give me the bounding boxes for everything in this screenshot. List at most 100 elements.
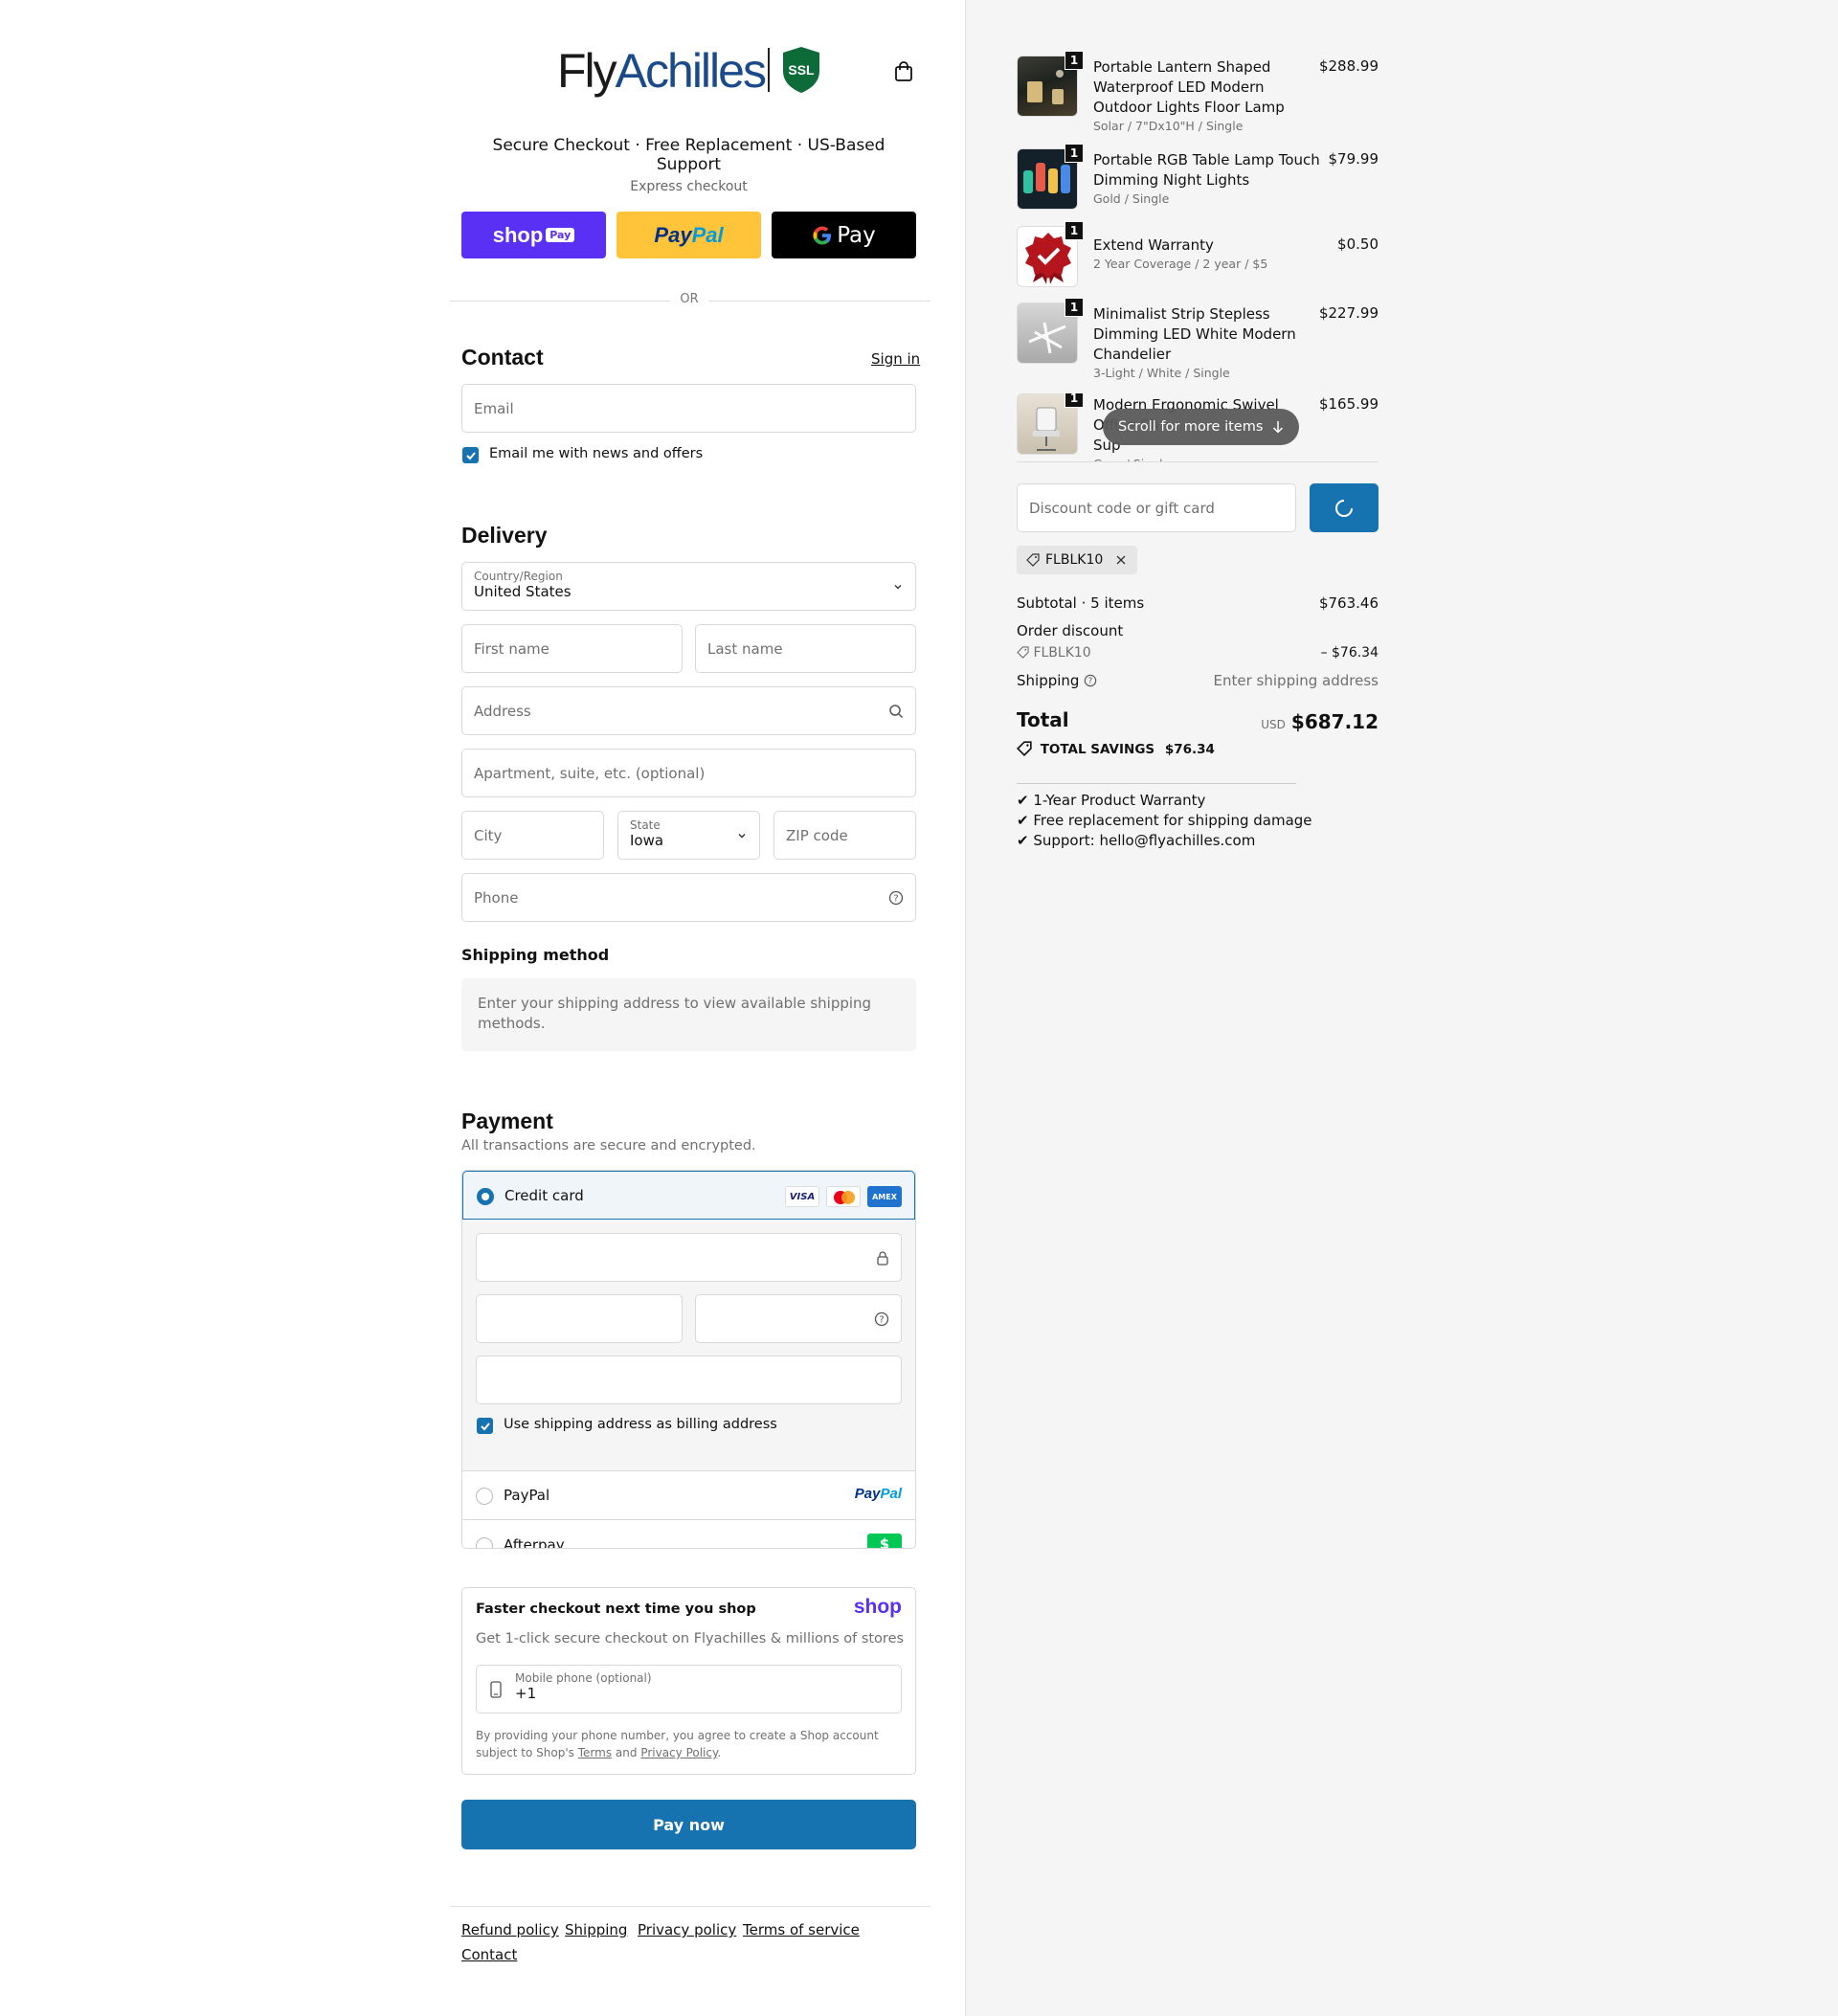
item-title: Portable Lantern Shaped Waterproof LED M… <box>1093 58 1285 116</box>
cart-item: 1 Portable Lantern Shaped Waterproof LED… <box>1017 51 1378 135</box>
item-title: Portable RGB Table Lamp Touch Dimming Ni… <box>1093 151 1320 189</box>
help-circle-icon[interactable]: ? <box>874 1311 889 1327</box>
shop-pay-button[interactable]: shop Pay <box>461 212 606 258</box>
close-icon[interactable] <box>1114 553 1128 567</box>
ssl-shield-icon: SSL <box>783 47 819 93</box>
quantity-badge: 1 <box>1065 144 1084 163</box>
google-pay-button[interactable]: Pay <box>772 212 916 258</box>
guarantee-item: ✔ 1-Year Product Warranty <box>1017 792 1206 809</box>
credit-card-option[interactable]: Credit card VISA AMEX <box>462 1171 915 1220</box>
card-cvv-field[interactable]: ? <box>695 1294 902 1343</box>
newsletter-label: Email me with news and offers <box>489 446 704 461</box>
shipping-policy-link[interactable]: Shipping <box>565 1921 627 1938</box>
address-field[interactable]: Address <box>461 686 916 735</box>
shop-terms-link[interactable]: Terms <box>578 1746 612 1759</box>
paypal-label-pal: Pal <box>691 222 724 247</box>
item-price: $165.99 <box>1318 395 1378 413</box>
item-name: Portable Lantern Shaped Waterproof LED M… <box>1093 57 1323 135</box>
cardholder-name-field[interactable] <box>476 1355 902 1404</box>
cart-divider <box>1017 461 1378 462</box>
lock-icon <box>877 1250 888 1266</box>
newsletter-checkbox[interactable] <box>462 447 479 463</box>
privacy-policy-link[interactable]: Privacy policy <box>638 1921 736 1938</box>
refund-policy-link[interactable]: Refund policy <box>461 1921 559 1938</box>
shipping-row: Shipping ? Enter shipping address <box>1017 672 1378 689</box>
card-number-field[interactable] <box>476 1233 902 1282</box>
billing-same-checkbox[interactable] <box>477 1418 493 1434</box>
checkout-main-panel: FlyAchilles SSL Secure Checkout · Free R… <box>0 0 965 2016</box>
city-field[interactable]: City <box>461 811 604 860</box>
afterpay-option[interactable]: Afterpay $ <box>462 1520 915 1548</box>
state-select[interactable]: State Iowa <box>617 811 760 860</box>
country-select[interactable]: Country/Region United States <box>461 562 916 611</box>
contact-link[interactable]: Contact <box>461 1946 517 1963</box>
shipping-method-notice: Enter your shipping address to view avai… <box>461 978 916 1051</box>
subtotal-label: Subtotal · 5 items <box>1017 594 1145 612</box>
phone-field[interactable]: Phone ? <box>461 873 916 922</box>
paypal-label-pay: Pay <box>654 222 692 247</box>
visa-icon: VISA <box>785 1186 819 1207</box>
sign-in-link[interactable]: Sign in <box>871 350 920 368</box>
paypal-express-button[interactable]: Pay Pal <box>616 212 761 258</box>
google-g-icon <box>813 226 832 245</box>
brand-logo[interactable]: FlyAchilles SSL <box>557 42 825 100</box>
item-variant: 2 Year Coverage / 2 year / $5 <box>1093 257 1268 271</box>
pay-now-button[interactable]: Pay now <box>461 1800 916 1849</box>
arrow-down-icon <box>1273 421 1284 434</box>
amex-icon: AMEX <box>867 1186 902 1207</box>
last-name-field[interactable]: Last name <box>695 624 916 673</box>
city-placeholder: City <box>474 826 503 844</box>
email-field[interactable]: Email <box>461 384 916 433</box>
paypal-logo: PayPal <box>855 1486 902 1502</box>
item-price: $0.50 <box>1337 235 1378 253</box>
google-pay-label: Pay <box>837 222 876 248</box>
item-name: Extend Warranty 2 Year Coverage / 2 year … <box>1093 235 1323 273</box>
shipping-value: Enter shipping address <box>1213 672 1378 689</box>
apply-discount-button[interactable] <box>1310 483 1378 532</box>
zip-field[interactable]: ZIP code <box>773 811 916 860</box>
subtotal-value: $763.46 <box>1318 594 1378 612</box>
apartment-placeholder: Apartment, suite, etc. (optional) <box>474 764 706 782</box>
item-price: $79.99 <box>1328 150 1379 168</box>
guarantee-item: ✔ Free replacement for shipping damage <box>1017 812 1312 829</box>
delivery-heading: Delivery <box>461 523 548 548</box>
guarantee-list: ✔ 1-Year Product Warranty ✔ Free replace… <box>1017 791 1312 851</box>
tag-icon <box>1017 646 1029 659</box>
quantity-badge: 1 <box>1065 393 1084 408</box>
contact-heading: Contact <box>461 345 544 370</box>
applied-discount-tag: FLBLK10 <box>1017 546 1138 574</box>
loading-spinner-icon <box>1335 499 1353 517</box>
svg-text:?: ? <box>893 893 898 904</box>
item-variant: 3-Light / White / Single <box>1093 366 1230 380</box>
apartment-field[interactable]: Apartment, suite, etc. (optional) <box>461 749 916 797</box>
chevron-down-icon <box>894 584 902 589</box>
order-discount-row: Order discount <box>1017 622 1378 639</box>
guarantee-item: ✔ Support: hello@flyachilles.com <box>1017 832 1256 849</box>
discount-placeholder: Discount code or gift card <box>1029 499 1215 517</box>
scroll-more-items-pill[interactable]: Scroll for more items <box>1103 409 1300 445</box>
help-circle-icon[interactable]: ? <box>1084 674 1097 687</box>
paypal-option[interactable]: PayPal PayPal <box>462 1471 915 1520</box>
billing-same-label: Use shipping address as billing address <box>504 1417 777 1432</box>
paypal-radio[interactable] <box>476 1488 493 1505</box>
shop-legal-text: By providing your phone number, you agre… <box>476 1727 902 1761</box>
discount-code-field[interactable]: Discount code or gift card <box>1017 483 1296 532</box>
or-text: OR <box>670 292 708 306</box>
shopping-bag-icon[interactable] <box>894 61 913 82</box>
item-variant: Solar / 7"Dx10"H / Single <box>1093 119 1244 133</box>
payment-methods: Credit card VISA AMEX ? Use shipping add… <box>461 1170 916 1549</box>
first-name-field[interactable]: First name <box>461 624 683 673</box>
terms-of-service-link[interactable]: Terms of service <box>743 1921 860 1938</box>
subtotal-row: Subtotal · 5 items $763.46 <box>1017 594 1378 612</box>
mobile-phone-field[interactable]: Mobile phone (optional) +1 <box>476 1665 902 1714</box>
state-label: State <box>630 818 661 832</box>
help-circle-icon[interactable]: ? <box>888 890 904 906</box>
shipping-method-heading: Shipping method <box>461 946 610 964</box>
shop-signup-subtitle: Get 1-click secure checkout on Flyachill… <box>476 1631 905 1646</box>
shop-privacy-link[interactable]: Privacy Policy <box>640 1746 717 1759</box>
zip-placeholder: ZIP code <box>786 826 848 844</box>
afterpay-radio[interactable] <box>476 1537 493 1548</box>
chevron-down-icon <box>738 833 746 838</box>
credit-card-radio[interactable] <box>477 1188 494 1205</box>
card-expiry-field[interactable] <box>476 1294 683 1343</box>
